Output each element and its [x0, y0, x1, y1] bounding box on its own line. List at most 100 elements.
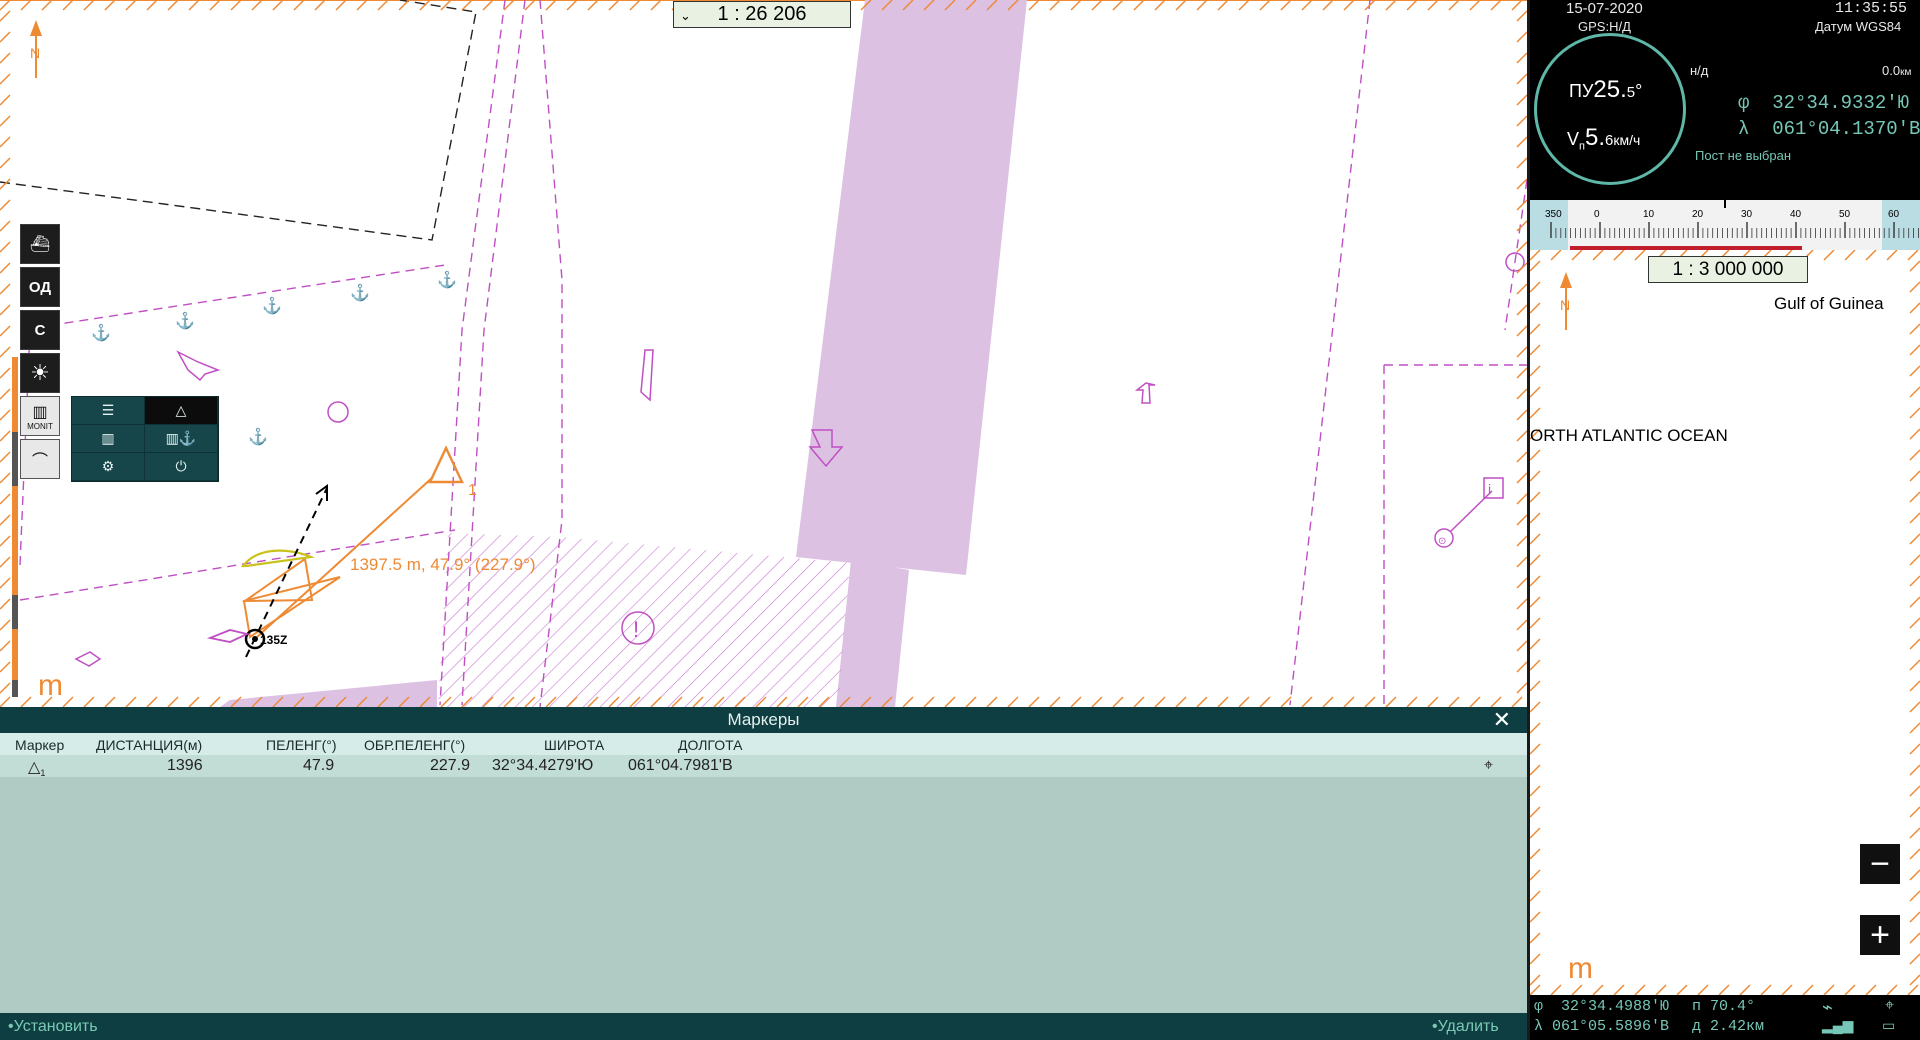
col-reverse-bearing: ОБР.ПЕЛЕНГ(°): [364, 737, 466, 753]
label-ocean: ORTH ATLANTIC OCEAN: [1530, 426, 1728, 445]
cursor-longitude: λ 061°05.5896'В: [1534, 1018, 1670, 1035]
row-distance: 1396: [167, 757, 203, 774]
heading-readout: ПУ25.5°: [1569, 76, 1643, 103]
overview-scale[interactable]: 1 : 3 000 000: [1648, 256, 1808, 283]
label-gulf: Gulf of Guinea: [1774, 294, 1884, 313]
marker-tool-button[interactable]: △: [145, 397, 218, 425]
row-longitude: 061°04.7981'В: [628, 757, 733, 774]
nd-label: н/д: [1690, 63, 1709, 78]
north-arrow-icon: N: [30, 20, 42, 78]
row-latitude: 32°34.4279'Ю: [492, 757, 594, 774]
datum-label: Датум WGS84: [1815, 19, 1902, 34]
speed-readout: Vп5.6км/ч: [1567, 124, 1641, 153]
svg-text:⚓: ⚓: [175, 311, 195, 330]
close-button[interactable]: ✕: [1493, 707, 1511, 733]
settings-button[interactable]: ⚙: [72, 453, 145, 481]
distance-label: 1397.5 m, 47.9° (227.9°): [350, 555, 536, 574]
row-reverse-bearing: 227.9: [430, 757, 471, 774]
set-button[interactable]: •Установить: [8, 1018, 98, 1036]
markers-table-header: Маркер ДИСТАНЦИЯ(м) ПЕЛЕНГ(°) ОБР.ПЕЛЕНГ…: [0, 733, 1527, 755]
svg-text:⚓: ⚓: [350, 283, 370, 302]
c-button[interactable]: С: [20, 310, 60, 350]
route-button[interactable]: ⌒: [20, 439, 60, 479]
chart-layers-button[interactable]: ▥: [72, 425, 145, 453]
markers-footer: •Установить •Удалить: [0, 1013, 1527, 1040]
heading-ruler: 350 0 10 20 30 40 50 60: [1530, 200, 1920, 250]
latitude-readout: φ 32°34.9332'Ю: [1738, 92, 1910, 114]
screen-icon[interactable]: ▭: [1882, 1017, 1895, 1034]
monit-button[interactable]: ▥ MONIT: [20, 396, 60, 436]
cursor-bearing: п 70.4°: [1692, 998, 1756, 1015]
svg-text:⚓: ⚓: [437, 270, 457, 289]
gear-icon: ⚙: [101, 458, 115, 474]
info-symbol: i: [1488, 481, 1491, 497]
scale-label: 1 : 26 206: [717, 3, 807, 25]
cursor-info-bar: φ 32°34.4988'Ю λ 061°05.5896'В п 70.4° д…: [1530, 995, 1920, 1040]
info-dot: ⊙: [1438, 536, 1446, 547]
marker-number: 1: [468, 482, 477, 499]
col-distance: ДИСТАНЦИЯ(м): [96, 737, 203, 753]
col-marker: Маркер: [15, 737, 65, 753]
locate-icon[interactable]: ⌖: [1484, 757, 1493, 775]
brightness-button[interactable]: ☀: [20, 353, 60, 393]
svg-text:N: N: [1560, 297, 1570, 313]
ruler-tick-label: 350: [1545, 209, 1562, 220]
chart-symbols-button[interactable]: ▥⚓: [145, 425, 218, 453]
zoom-in-button[interactable]: +: [1860, 915, 1900, 955]
ruler-tick-label: 40: [1790, 209, 1802, 220]
ruler-tick-label: 60: [1888, 209, 1900, 220]
overview-map[interactable]: N 1 : 3 000 000 Gulf of Guinea ORTH ATLA…: [1530, 250, 1920, 995]
map-icon: ▥: [32, 403, 48, 421]
markers-panel: Маркеры ✕ Маркер ДИСТАНЦИЯ(м) ПЕЛЕНГ(°) …: [0, 707, 1527, 1040]
time-label: 11:35:55: [1835, 0, 1908, 17]
route-icon: ⌒: [31, 453, 48, 470]
sun-icon: ☀: [30, 360, 50, 385]
map-symbols-icon: ▥⚓: [165, 430, 197, 446]
nautical-chart[interactable]: ⚓ ⚓ ⚓ ⚓ ⚓ ⚓ ! ⊙ i 1 1397.5 m, 47.9° (227…: [0, 0, 1527, 707]
overview-mode-letter: m: [1568, 952, 1593, 985]
chart-canvas[interactable]: ⚓ ⚓ ⚓ ⚓ ⚓ ⚓ ! ⊙ i 1 1397.5 m, 47.9° (227…: [0, 0, 1527, 707]
wifi-off-icon[interactable]: ⌁: [1822, 997, 1833, 1018]
marker-triangle-icon: △1: [28, 759, 46, 779]
cursor-latitude: φ 32°34.4988'Ю: [1534, 998, 1670, 1015]
ship-icon: ⛴: [29, 236, 51, 253]
list-button[interactable]: ☰: [72, 397, 145, 425]
signal-icon: ▂▄▆: [1822, 1017, 1854, 1033]
col-latitude: ШИРОТА: [544, 737, 605, 753]
map-icon: ▥: [101, 430, 115, 446]
close-icon: ✕: [1492, 707, 1511, 732]
caution-symbol: !: [633, 617, 639, 642]
minus-icon: −: [1870, 844, 1890, 883]
marker-triangle[interactable]: [428, 445, 464, 484]
delete-button[interactable]: •Удалить: [1432, 1018, 1499, 1036]
table-row[interactable]: △1 1396 47.9 227.9 32°34.4279'Ю 061°04.7…: [0, 755, 1527, 779]
target-icon[interactable]: ⌖: [1885, 997, 1894, 1015]
tools-submenu: ☰ △ ▥ ▥⚓ ⚙ ⏻: [71, 396, 219, 482]
zone-boundary: [0, 0, 477, 241]
heading-compass: ПУ25.5° Vп5.6км/ч: [1534, 33, 1686, 185]
ruler-tick-label: 0: [1594, 209, 1600, 220]
list-icon: ☰: [101, 402, 115, 418]
longitude-readout: λ 061°04.1370'В: [1738, 118, 1920, 140]
zoom-out-button[interactable]: −: [1860, 844, 1900, 884]
ship-mode-button[interactable]: ⛴: [20, 224, 60, 264]
od-button[interactable]: ОД: [20, 267, 60, 307]
scale-selector[interactable]: ⌄ 1 : 26 206: [673, 1, 851, 28]
triangle-icon: △: [175, 402, 187, 418]
date-label: 15-07-2020: [1566, 0, 1643, 17]
col-bearing: ПЕЛЕНГ(°): [266, 737, 337, 753]
post-label: Пост не выбран: [1695, 148, 1791, 163]
col-longitude: ДОЛГОТА: [678, 737, 743, 753]
north-arrow-icon: N: [1560, 272, 1572, 330]
svg-text:⚓: ⚓: [91, 323, 111, 342]
ruler-tick-label: 30: [1741, 209, 1753, 220]
plus-icon: +: [1870, 915, 1890, 954]
row-bearing: 47.9: [303, 757, 335, 774]
ruler-tick-label: 10: [1643, 209, 1655, 220]
power-button[interactable]: ⏻: [145, 453, 218, 481]
markers-title-bar: Маркеры: [0, 707, 1527, 733]
left-status-strip: [12, 357, 18, 697]
channel-area: [796, 0, 1027, 575]
chevron-down-icon: ⌄: [680, 8, 691, 23]
svg-text:⚓: ⚓: [248, 427, 268, 446]
